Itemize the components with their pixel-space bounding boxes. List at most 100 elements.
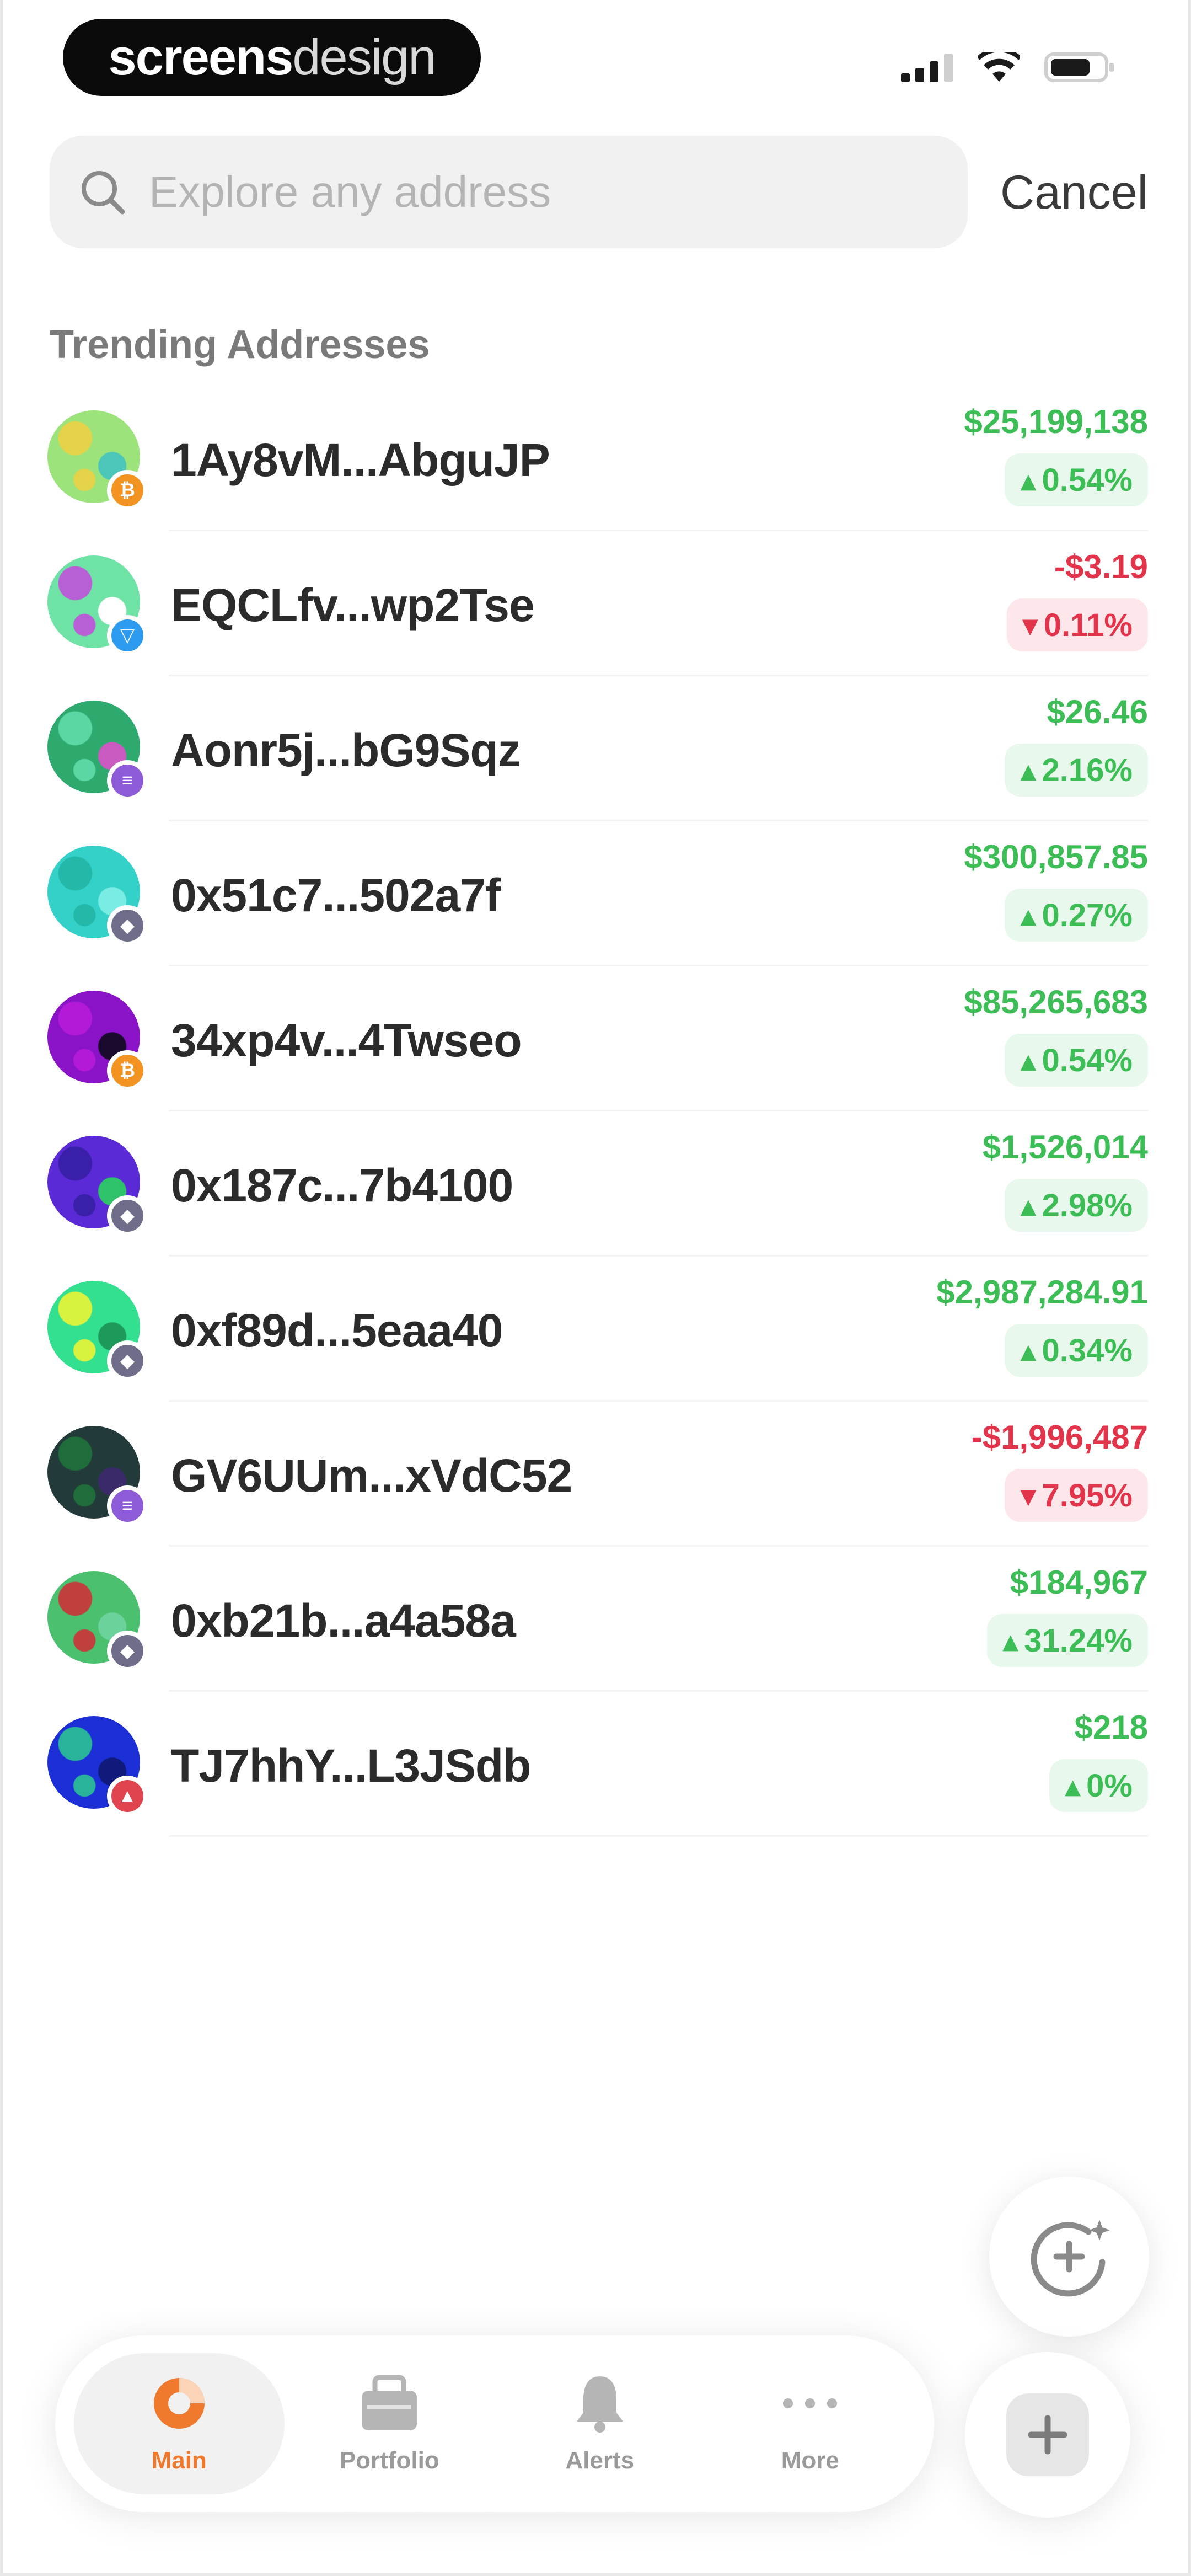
arrow-down-icon: ▾ xyxy=(1022,607,1038,643)
arrow-down-icon: ▾ xyxy=(1020,1478,1037,1514)
address-label: 34xp4v...4Twseo xyxy=(171,1014,522,1066)
tab-main[interactable]: Main xyxy=(74,2353,285,2494)
brand-pill: screens design xyxy=(63,19,481,96)
change-badge: ▴ 31.24% xyxy=(987,1614,1148,1667)
tab-more[interactable]: More xyxy=(705,2353,916,2494)
search-icon xyxy=(82,171,125,215)
ethereum-icon: ◆ xyxy=(107,1631,148,1671)
solana-icon: ≡ xyxy=(107,1485,148,1526)
address-value: $2,987,284.91 xyxy=(936,1274,1148,1311)
address-avatar: ≡ xyxy=(47,701,148,801)
search-input[interactable] xyxy=(149,167,921,217)
address-label: TJ7hhY...L3JSdb xyxy=(171,1740,531,1792)
tab-portfolio[interactable]: Portfolio xyxy=(285,2353,495,2494)
change-badge: ▾ 7.95% xyxy=(1005,1469,1148,1522)
ethereum-icon: ◆ xyxy=(107,905,148,946)
address-avatar: ≡ xyxy=(47,1426,148,1526)
portfolio-icon xyxy=(362,2375,417,2430)
tab-label: Alerts xyxy=(565,2447,635,2474)
arrow-up-icon: ▴ xyxy=(1020,1043,1037,1078)
search-bar[interactable] xyxy=(50,136,968,248)
change-badge: ▴ 2.16% xyxy=(1005,744,1148,797)
address-label: 0xf89d...5eaa40 xyxy=(171,1305,503,1356)
bitcoin-icon: ₿ xyxy=(107,1050,148,1091)
change-percent: 0% xyxy=(1086,1767,1133,1804)
plus-icon xyxy=(1028,2415,1067,2455)
brand-bold: screens xyxy=(108,29,294,85)
tab-label: Portfolio xyxy=(339,2447,439,2474)
ai-sparkle-icon xyxy=(1031,2220,1110,2297)
bitcoin-icon: ₿ xyxy=(107,470,148,511)
address-row[interactable]: ▽ EQCLfv...wp2Tse -$3.19 ▾ 0.11% xyxy=(3,531,1191,676)
address-value: $26.46 xyxy=(1047,693,1148,730)
battery-icon xyxy=(1044,52,1114,82)
change-badge: ▴ 0.27% xyxy=(1005,889,1148,942)
toncoin-icon: ▽ xyxy=(107,615,148,656)
ethereum-icon: ◆ xyxy=(107,1340,148,1381)
address-label: EQCLfv...wp2Tse xyxy=(171,579,535,631)
address-label: 0x187c...7b4100 xyxy=(171,1159,513,1211)
brand-light: design xyxy=(292,29,436,85)
address-value: $85,265,683 xyxy=(964,984,1148,1020)
tab-label: More xyxy=(781,2447,839,2474)
tab-bar: Main Portfolio Alerts More xyxy=(55,2335,934,2512)
trending-address-list: ₿ 1Ay8vM...AbguJP $25,199,138 ▴ 0.54% ▽ EQCLfv… xyxy=(3,386,1191,1837)
bell-icon xyxy=(576,2376,623,2433)
address-avatar: ◆ xyxy=(47,846,148,946)
arrow-up-icon: ▴ xyxy=(1020,897,1037,933)
address-avatar: ▲ xyxy=(47,1716,148,1816)
change-percent: 31.24% xyxy=(1024,1622,1133,1659)
arrow-up-icon: ▴ xyxy=(1020,462,1037,498)
arrow-up-icon: ▴ xyxy=(1020,752,1037,788)
address-value: $300,857.85 xyxy=(964,838,1148,875)
change-percent: 2.98% xyxy=(1042,1187,1133,1223)
add-button-inner xyxy=(1006,2393,1089,2476)
cancel-button[interactable]: Cancel xyxy=(1000,165,1148,220)
address-avatar: ◆ xyxy=(47,1281,148,1381)
address-value: $184,967 xyxy=(1010,1564,1148,1601)
address-value: -$3.19 xyxy=(1054,548,1148,585)
tron-icon: ▲ xyxy=(107,1776,148,1816)
change-badge: ▴ 0.54% xyxy=(1005,453,1148,506)
address-row[interactable]: ◆ 0xf89d...5eaa40 $2,987,284.91 ▴ 0.34% xyxy=(3,1257,1191,1402)
address-row[interactable]: ≡ Aonr5j...bG9Sqz $26.46 ▴ 2.16% xyxy=(3,676,1191,821)
tab-label: Main xyxy=(151,2447,207,2474)
address-row[interactable]: ◆ 0x187c...7b4100 $1,526,014 ▴ 2.98% xyxy=(3,1111,1191,1257)
address-row[interactable]: ₿ 1Ay8vM...AbguJP $25,199,138 ▴ 0.54% xyxy=(3,386,1191,531)
address-value: $25,199,138 xyxy=(964,403,1148,440)
address-avatar: ◆ xyxy=(47,1136,148,1236)
wifi-icon xyxy=(978,52,1020,82)
address-row[interactable]: ◆ 0xb21b...a4a58a $184,967 ▴ 31.24% xyxy=(3,1547,1191,1692)
address-avatar: ◆ xyxy=(47,1571,148,1671)
add-button[interactable] xyxy=(965,2352,1130,2518)
change-percent: 0.27% xyxy=(1042,897,1133,933)
arrow-up-icon: ▴ xyxy=(1002,1623,1019,1659)
arrow-up-icon: ▴ xyxy=(1020,1188,1037,1223)
ai-assistant-button[interactable] xyxy=(989,2177,1149,2337)
solana-icon: ≡ xyxy=(107,760,148,801)
pie-chart-icon xyxy=(153,2378,205,2429)
status-bar: screens design xyxy=(3,0,1188,116)
address-row[interactable]: ₿ 34xp4v...4Twseo $85,265,683 ▴ 0.54% xyxy=(3,966,1191,1111)
tab-alerts[interactable]: Alerts xyxy=(495,2353,705,2494)
address-row[interactable]: ≡ GV6UUm...xVdC52 -$1,996,487 ▾ 7.95% xyxy=(3,1402,1191,1547)
change-percent: 0.54% xyxy=(1042,1042,1133,1078)
change-badge: ▴ 0% xyxy=(1049,1759,1148,1812)
address-label: GV6UUm...xVdC52 xyxy=(171,1450,572,1501)
change-percent: 7.95% xyxy=(1042,1477,1133,1514)
address-avatar: ₿ xyxy=(47,991,148,1091)
address-label: Aonr5j...bG9Sqz xyxy=(171,724,521,776)
address-label: 0xb21b...a4a58a xyxy=(171,1595,516,1647)
address-label: 1Ay8vM...AbguJP xyxy=(171,434,550,486)
address-row[interactable]: ◆ 0x51c7...502a7f $300,857.85 ▴ 0.27% xyxy=(3,821,1191,966)
change-percent: 0.34% xyxy=(1042,1332,1133,1369)
address-value: $1,526,014 xyxy=(982,1129,1148,1166)
change-percent: 2.16% xyxy=(1042,752,1133,788)
address-row[interactable]: ▲ TJ7hhY...L3JSdb $218 ▴ 0% xyxy=(3,1692,1191,1837)
phone-screen: screens design Explore any address Cance… xyxy=(0,0,1191,2576)
change-percent: 0.54% xyxy=(1042,462,1133,498)
more-dots-icon xyxy=(783,2398,838,2408)
ethereum-icon: ◆ xyxy=(107,1195,148,1236)
arrow-up-icon: ▴ xyxy=(1020,1333,1037,1369)
address-value: -$1,996,487 xyxy=(971,1419,1148,1456)
